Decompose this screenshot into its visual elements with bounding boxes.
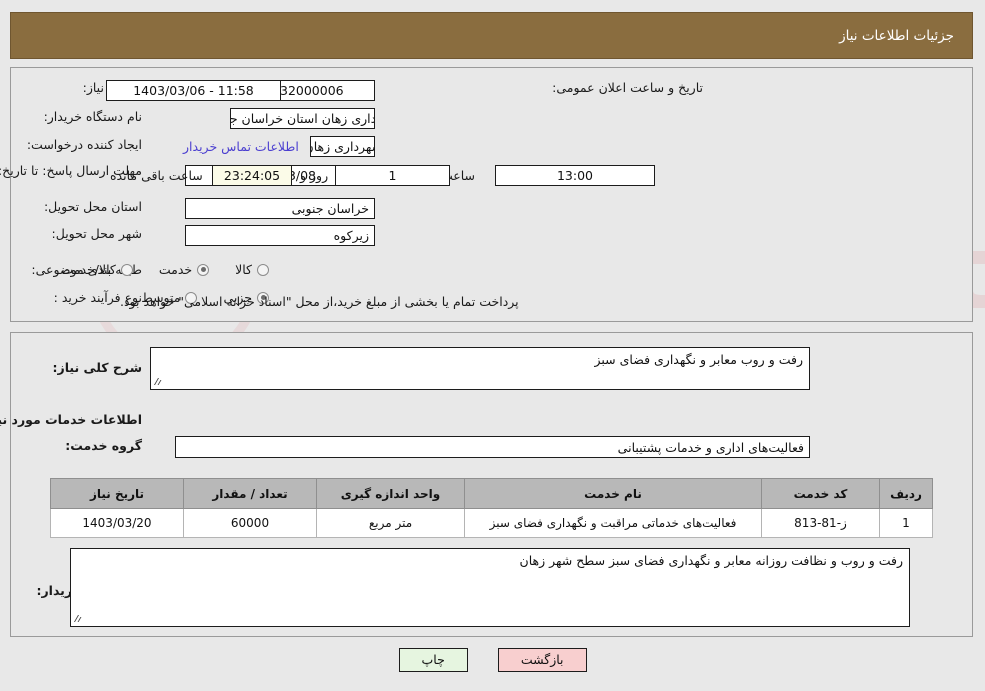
th-name: نام خدمت <box>464 478 762 509</box>
remaining-time-label: ساعت باقی مانده <box>110 168 203 183</box>
cell-quantity: 60000 <box>183 508 317 538</box>
radio-kala-icon[interactable] <box>257 263 269 276</box>
cell-name: فعالیت‌های خدماتی مراقبت و نگهداری فضای … <box>464 508 762 538</box>
buyer-notes-value: رفت و روب و نظافت روزانه معابر و نگهداری… <box>519 553 903 568</box>
announce-datetime-value: 1403/03/06 - 11:58 <box>106 80 281 101</box>
services-table: ردیف کد خدمت نام خدمت واحد اندازه گیری ت… <box>50 478 933 538</box>
city-row: شهر محل تحویل: <box>52 226 142 241</box>
buyer-org-row: نام دستگاه خریدار: <box>44 109 142 124</box>
category-option-kala-label: کالا <box>235 262 252 277</box>
action-button-bar: بازگشت چاپ <box>0 648 985 672</box>
announce-datetime-label: تاریخ و ساعت اعلان عمومی: <box>552 80 703 95</box>
province-row: استان محل تحویل: <box>44 199 142 214</box>
requester-row: ایجاد کننده درخواست: <box>27 137 142 152</box>
cell-unit: متر مربع <box>316 508 465 538</box>
general-desc-label: شرح کلی نیاز: <box>52 360 142 375</box>
city-label: شهر محل تحویل: <box>51 226 142 241</box>
cell-date: 1403/03/20 <box>50 508 184 538</box>
service-group-label: گروه خدمت: <box>65 438 142 453</box>
th-unit: واحد اندازه گیری <box>316 478 465 509</box>
th-code: کد خدمت <box>761 478 880 509</box>
table-header-row: ردیف کد خدمت نام خدمت واحد اندازه گیری ت… <box>50 478 933 509</box>
treasury-note: پرداخت تمام یا بخشی از مبلغ خرید،از محل … <box>120 294 519 309</box>
th-radif: ردیف <box>879 478 933 509</box>
general-desc-textarea[interactable]: رفت و روب معابر و نگهداری فضای سبز <box>150 347 810 390</box>
province-label: استان محل تحویل: <box>43 199 142 214</box>
remaining-days-label: روز و <box>300 168 329 183</box>
cell-code: ز-81-813 <box>761 508 880 538</box>
announce-datetime-label-wrap: تاریخ و ساعت اعلان عمومی: <box>552 80 703 95</box>
category-option-khedmat-label: خدمت <box>158 262 193 277</box>
resize-grip-icon[interactable] <box>154 377 164 387</box>
service-group-value: فعالیت‌های اداری و خدمات پشتیبانی <box>175 436 810 458</box>
requester-label: ایجاد کننده درخواست: <box>26 137 142 152</box>
buyer-org-value: شهرداری زهان استان خراسان جنوبی <box>230 108 375 129</box>
category-option-kala-khedmat[interactable]: کالا/خدمت <box>61 262 133 277</box>
resize-grip-icon[interactable] <box>74 614 84 624</box>
remaining-days-value: 1 <box>335 165 450 186</box>
category-option-kala[interactable]: کالا <box>235 262 269 277</box>
table-row: 1 ز-81-813 فعالیت‌های خدماتی مراقبت و نگ… <box>50 508 933 538</box>
services-heading: اطلاعات خدمات مورد نیاز <box>0 412 142 427</box>
cell-radif: 1 <box>879 508 933 538</box>
buyer-org-label: نام دستگاه خریدار: <box>43 109 142 124</box>
radio-kala-khedmat-icon[interactable] <box>120 263 133 276</box>
buyer-notes-textarea[interactable]: رفت و روب و نظافت روزانه معابر و نگهداری… <box>70 548 910 627</box>
city-value: زیرکوه <box>185 225 375 246</box>
category-option-khedmat[interactable]: خدمت <box>158 262 210 277</box>
category-option-kala-khedmat-label: کالا/خدمت <box>61 262 116 277</box>
remaining-time-value: 23:24:05 <box>212 165 292 186</box>
page-header: جزئیات اطلاعات نیاز <box>10 12 973 59</box>
th-quantity: تعداد / مقدار <box>183 478 317 509</box>
th-date: تاریخ نیاز <box>50 478 184 509</box>
page-title: جزئیات اطلاعات نیاز <box>839 27 954 44</box>
category-radio-group: کالا خدمت کالا/خدمت <box>35 262 269 277</box>
back-button[interactable]: بازگشت <box>497 648 587 672</box>
requester-value: رضا عباسی آتشنشان شهرداری زهان استان خرا… <box>310 136 375 157</box>
radio-khedmat-icon[interactable] <box>197 263 210 276</box>
need-info-panel <box>10 67 973 322</box>
print-button[interactable]: چاپ <box>398 648 468 672</box>
buyer-contact-link[interactable]: اطلاعات تماس خریدار <box>183 139 299 154</box>
general-desc-value: رفت و روب معابر و نگهداری فضای سبز <box>594 352 803 367</box>
page-root: AriaTender .net جزئیات اطلاعات نیاز شمار… <box>0 0 985 691</box>
province-value: خراسان جنوبی <box>185 198 375 219</box>
deadline-hour-value: 13:00 <box>495 165 655 186</box>
